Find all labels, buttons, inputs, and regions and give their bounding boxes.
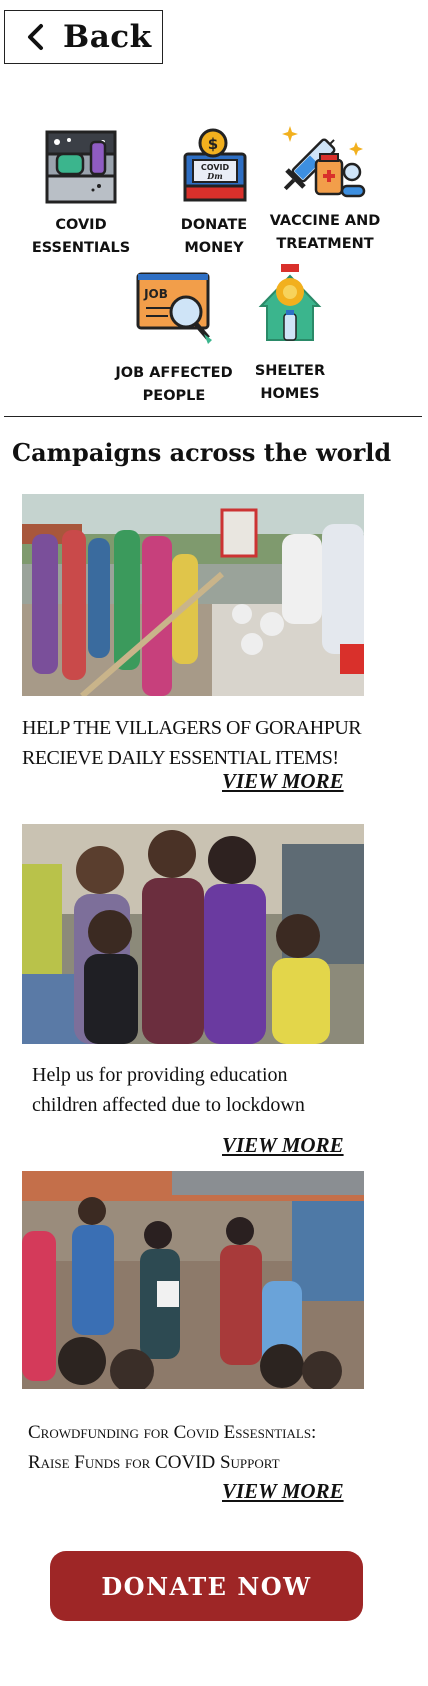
shelter-home-icon xyxy=(246,262,334,354)
job-search-icon: JOB xyxy=(106,270,242,356)
vaccine-icon xyxy=(260,120,390,216)
category-job-affected[interactable]: JOB JOB AFFECTED PEOPLE xyxy=(106,270,242,408)
campaign-3-view-more-link[interactable]: VIEW MORE xyxy=(222,1479,344,1504)
category-label: SHELTER HOMES xyxy=(254,363,326,402)
section-divider xyxy=(4,416,422,417)
back-button[interactable]: Back xyxy=(4,10,163,64)
category-vaccine-treatment[interactable]: VACCINE AND TREATMENT xyxy=(260,120,390,256)
back-label: Back xyxy=(63,19,152,55)
svg-text:JOB: JOB xyxy=(143,287,168,301)
svg-text:$: $ xyxy=(208,135,218,153)
campaign-2-title: Help us for providing education children… xyxy=(32,1064,305,1116)
campaign-3-image[interactable] xyxy=(22,1171,364,1389)
donate-now-button[interactable]: DONATE NOW xyxy=(50,1551,363,1621)
category-shelter-homes[interactable]: SHELTER HOMES xyxy=(246,262,334,406)
campaign-1-image[interactable] xyxy=(22,494,364,696)
category-donate-money[interactable]: COVID Dm $ DONATE MONEY xyxy=(165,128,263,260)
category-covid-essentials[interactable]: COVID ESSENTIALS xyxy=(18,128,144,260)
svg-text:Dm: Dm xyxy=(206,171,222,181)
campaign-1-view-more-link[interactable]: VIEW MORE xyxy=(222,769,344,794)
donation-box-icon: COVID Dm $ xyxy=(165,128,263,214)
category-label: DONATE MONEY xyxy=(180,217,248,256)
campaign-2-view-more-link[interactable]: VIEW MORE xyxy=(222,1133,344,1158)
category-label: JOB AFFECTED PEOPLE xyxy=(115,365,233,404)
category-label: COVID ESSENTIALS xyxy=(31,217,131,256)
campaign-3-title: Crowdfunding for Covid Essesntials: Rais… xyxy=(28,1422,317,1473)
chevron-left-icon xyxy=(25,23,53,51)
essentials-kit-icon xyxy=(18,128,144,214)
campaign-2-image[interactable] xyxy=(22,824,364,1044)
section-title: Campaigns across the world xyxy=(12,438,392,467)
category-label: VACCINE AND TREATMENT xyxy=(269,213,381,252)
campaign-1-title: HELP THE VILLAGERS OF GORAHPUR RECIEVE D… xyxy=(22,717,362,769)
